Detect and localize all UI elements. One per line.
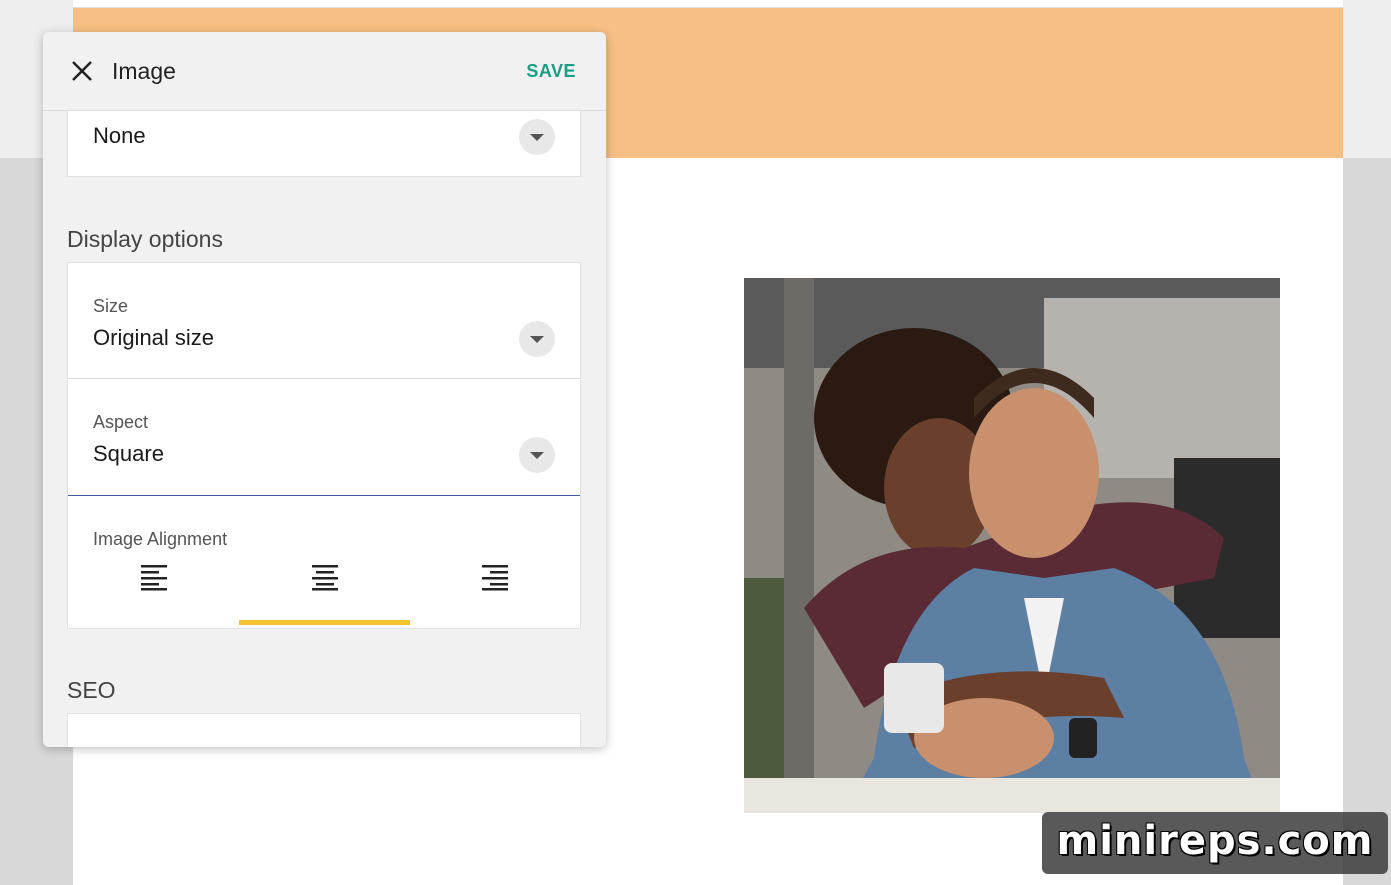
couple-photo[interactable] — [744, 278, 1280, 813]
size-value[interactable]: Original size — [93, 325, 214, 351]
aspect-value[interactable]: Square — [93, 441, 164, 467]
page-top-strip — [73, 0, 1343, 8]
chevron-down-icon[interactable] — [519, 119, 555, 155]
divider — [68, 378, 580, 379]
aspect-underline — [68, 495, 580, 496]
align-right-icon[interactable] — [480, 563, 510, 591]
save-button[interactable]: SAVE — [526, 58, 576, 84]
size-dropdown-icon[interactable] — [519, 321, 555, 357]
display-options-card: Size Original size Aspect Square Image A… — [67, 262, 581, 629]
close-icon[interactable] — [67, 56, 97, 86]
image-alignment-label: Image Alignment — [93, 529, 228, 549]
image-settings-panel: Image SAVE None Display options Size Ori… — [43, 32, 606, 747]
watermark: minireps.com — [1042, 812, 1388, 874]
size-label: Size — [93, 296, 129, 316]
link-dropdown-value: None — [93, 123, 146, 148]
alignment-active-indicator — [239, 620, 410, 625]
watermark-text: minireps.com — [1056, 818, 1374, 864]
aspect-dropdown-icon[interactable] — [519, 437, 555, 473]
align-left-icon[interactable] — [139, 563, 169, 591]
align-center-icon[interactable] — [310, 563, 340, 591]
display-options-title: Display options — [67, 226, 223, 252]
seo-title: SEO — [67, 677, 116, 703]
panel-title: Image — [112, 58, 176, 84]
panel-header: Image SAVE — [43, 32, 606, 111]
aspect-label: Aspect — [93, 412, 149, 432]
seo-card — [67, 713, 581, 747]
